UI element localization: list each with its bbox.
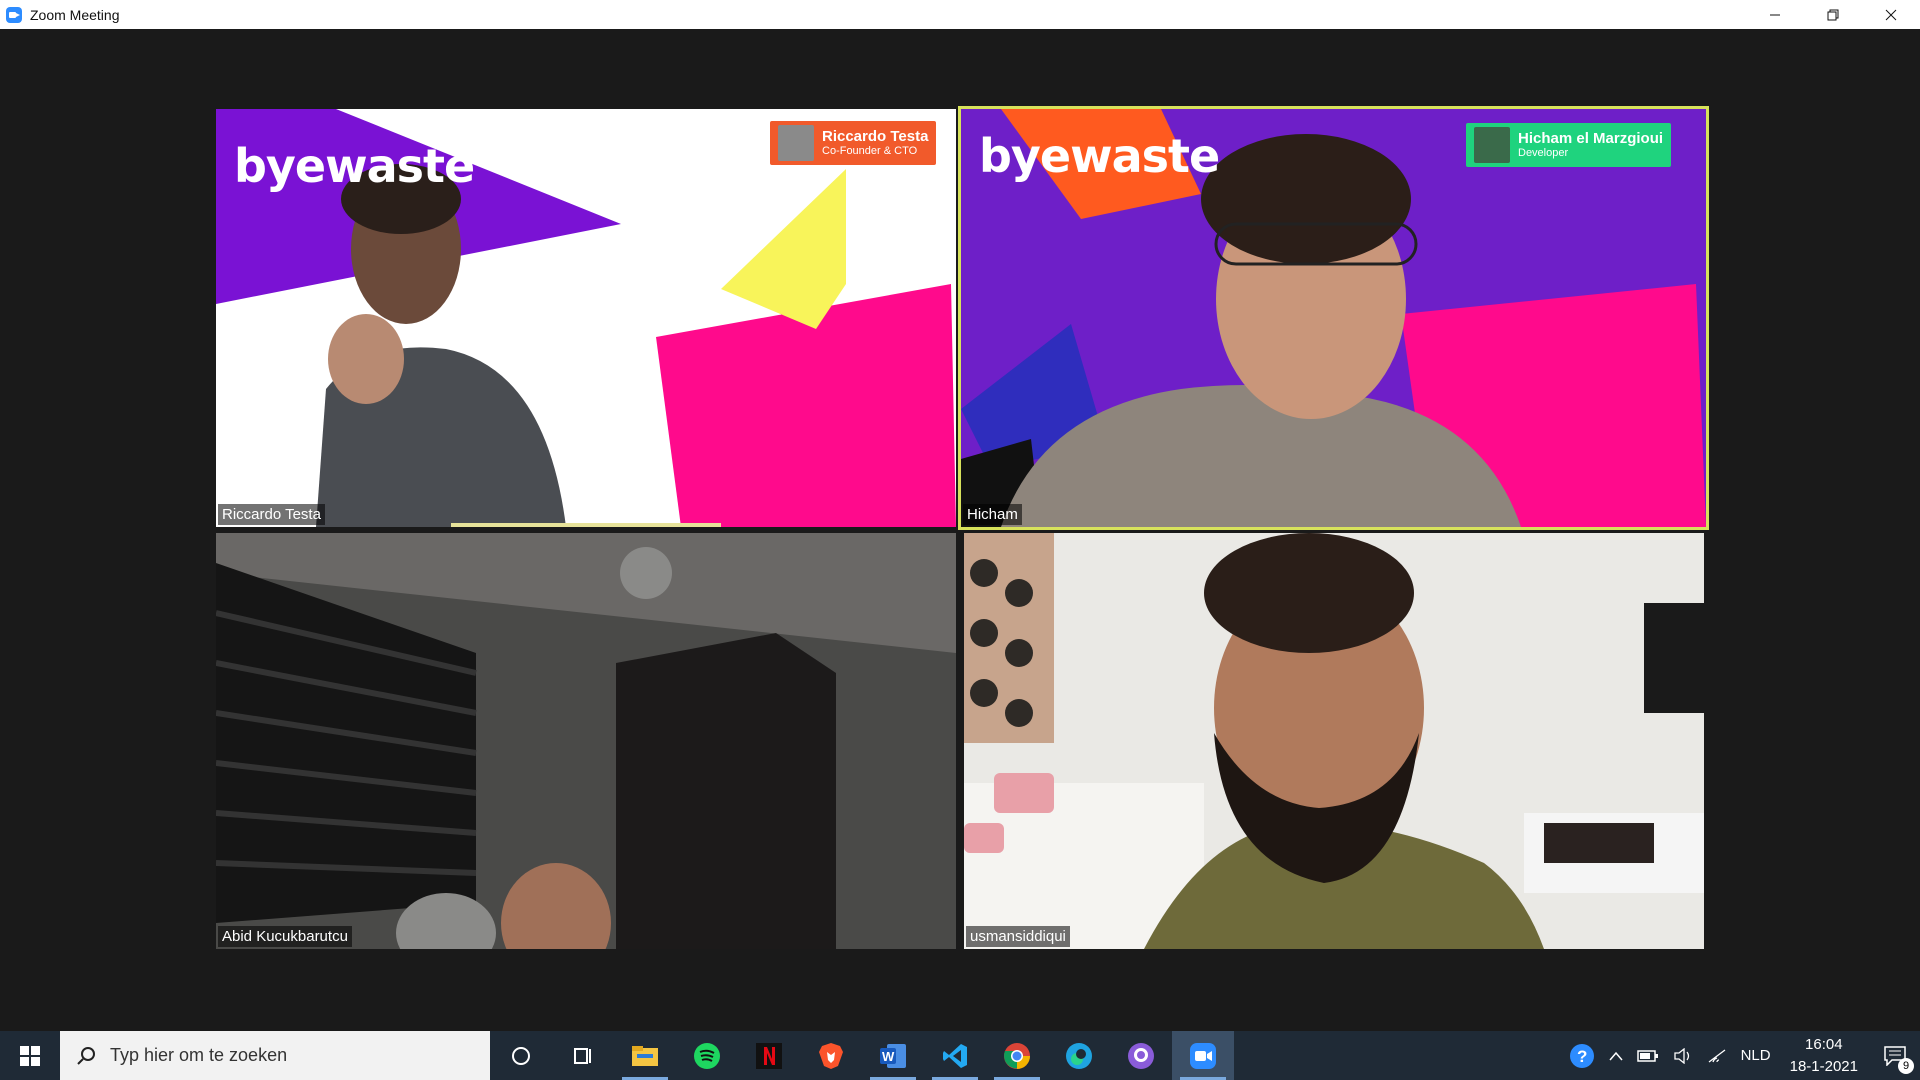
notification-count: 9	[1898, 1058, 1914, 1074]
card-role: Co-Founder & CTO	[822, 145, 918, 157]
byewaste-logo: byewaste	[979, 129, 1220, 183]
meeting-gallery: byewaste Riccardo Testa Co-Founder & CTO…	[0, 29, 1920, 1031]
taskbar-search[interactable]: Typ hier om te zoeken	[60, 1031, 490, 1080]
search-placeholder: Typ hier om te zoeken	[110, 1045, 288, 1065]
edge-icon	[1066, 1042, 1092, 1069]
battery-icon	[1636, 1049, 1658, 1062]
svg-text:?: ?	[1577, 1047, 1587, 1066]
start-button[interactable]	[0, 1031, 60, 1080]
name-card: Hicham el Marzgioui Developer	[1466, 123, 1672, 167]
battery-tray-button[interactable]	[1630, 1031, 1666, 1080]
chevron-up-icon	[1609, 1051, 1623, 1060]
card-role: Developer	[1518, 147, 1569, 159]
participant-name: Riccardo Testa	[218, 504, 325, 525]
card-name: Hicham el Marzgioui	[1518, 130, 1664, 147]
windows-icon	[20, 1045, 40, 1066]
search-icon	[77, 1046, 95, 1065]
video-tile-riccardo[interactable]: byewaste Riccardo Testa Co-Founder & CTO…	[216, 109, 956, 527]
help-icon: ?	[1569, 1043, 1594, 1068]
window-title: Zoom Meeting	[30, 6, 120, 23]
zoom-app-icon	[6, 6, 22, 23]
input-language-button[interactable]: NLD	[1734, 1031, 1778, 1080]
taskbar-chrome[interactable]	[986, 1031, 1048, 1080]
taskbar-word[interactable]: W	[862, 1031, 924, 1080]
taskbar-vscode[interactable]	[924, 1031, 986, 1080]
task-view-icon	[574, 1047, 591, 1064]
clock-date: 18-1-2021	[1789, 1057, 1858, 1075]
github-desktop-icon	[1128, 1042, 1154, 1069]
taskbar-clock[interactable]: 16:04 18-1-2021	[1778, 1034, 1870, 1078]
system-tray: ? NLD 16:04 18-1-2021 9	[1562, 1031, 1920, 1080]
spotify-icon	[694, 1042, 720, 1069]
participant-name: Abid Kucukbarutcu	[218, 926, 352, 947]
cortana-button[interactable]	[490, 1031, 552, 1080]
volume-tray-button[interactable]	[1666, 1031, 1700, 1080]
avatar	[778, 125, 814, 161]
zoom-icon	[1190, 1042, 1216, 1069]
minimize-button[interactable]	[1746, 0, 1804, 29]
help-tray-button[interactable]: ?	[1562, 1031, 1602, 1080]
video-tile-abid[interactable]: Abid Kucukbarutcu	[216, 533, 956, 949]
camera-feed	[964, 533, 1704, 949]
clock-time: 16:04	[1805, 1035, 1843, 1053]
taskbar-netflix[interactable]	[738, 1031, 800, 1080]
show-hidden-icons-button[interactable]	[1602, 1031, 1630, 1080]
volume-icon	[1673, 1047, 1689, 1064]
brave-icon	[819, 1042, 843, 1069]
video-tile-usman[interactable]: usmansiddiqui	[964, 533, 1704, 949]
svg-text:W: W	[882, 1049, 895, 1064]
windows-taskbar: Typ hier om te zoeken W ? NLD 16:04 18-1…	[0, 1031, 1920, 1080]
name-card: Riccardo Testa Co-Founder & CTO	[770, 121, 937, 165]
chrome-icon	[1004, 1042, 1030, 1069]
word-icon: W	[880, 1043, 906, 1068]
taskbar-file-explorer[interactable]	[614, 1031, 676, 1080]
action-center-button[interactable]: 9	[1870, 1031, 1920, 1080]
avatar	[1474, 127, 1510, 163]
title-bar: Zoom Meeting	[0, 0, 1920, 29]
file-explorer-icon	[632, 1045, 658, 1066]
restore-button[interactable]	[1804, 0, 1862, 29]
video-tile-hicham[interactable]: byewaste Hicham el Marzgioui Developer H…	[958, 106, 1709, 530]
vscode-icon	[943, 1043, 967, 1068]
close-button[interactable]	[1862, 0, 1920, 29]
taskbar-zoom[interactable]	[1172, 1031, 1234, 1080]
byewaste-logo: byewaste	[234, 139, 475, 193]
participant-name: usmansiddiqui	[966, 926, 1070, 947]
window-controls	[1746, 0, 1920, 29]
camera-feed	[216, 533, 956, 949]
netflix-icon	[756, 1042, 782, 1069]
wifi-icon	[1708, 1048, 1725, 1063]
audio-level-bar	[451, 523, 721, 527]
network-tray-button[interactable]	[1700, 1031, 1734, 1080]
card-name: Riccardo Testa	[822, 128, 929, 145]
taskbar-brave[interactable]	[800, 1031, 862, 1080]
task-view-button[interactable]	[552, 1031, 614, 1080]
cortana-icon	[512, 1046, 530, 1065]
taskbar-spotify[interactable]	[676, 1031, 738, 1080]
taskbar-edge[interactable]	[1048, 1031, 1110, 1080]
taskbar-github-desktop[interactable]	[1110, 1031, 1172, 1080]
participant-name: Hicham	[963, 504, 1022, 525]
